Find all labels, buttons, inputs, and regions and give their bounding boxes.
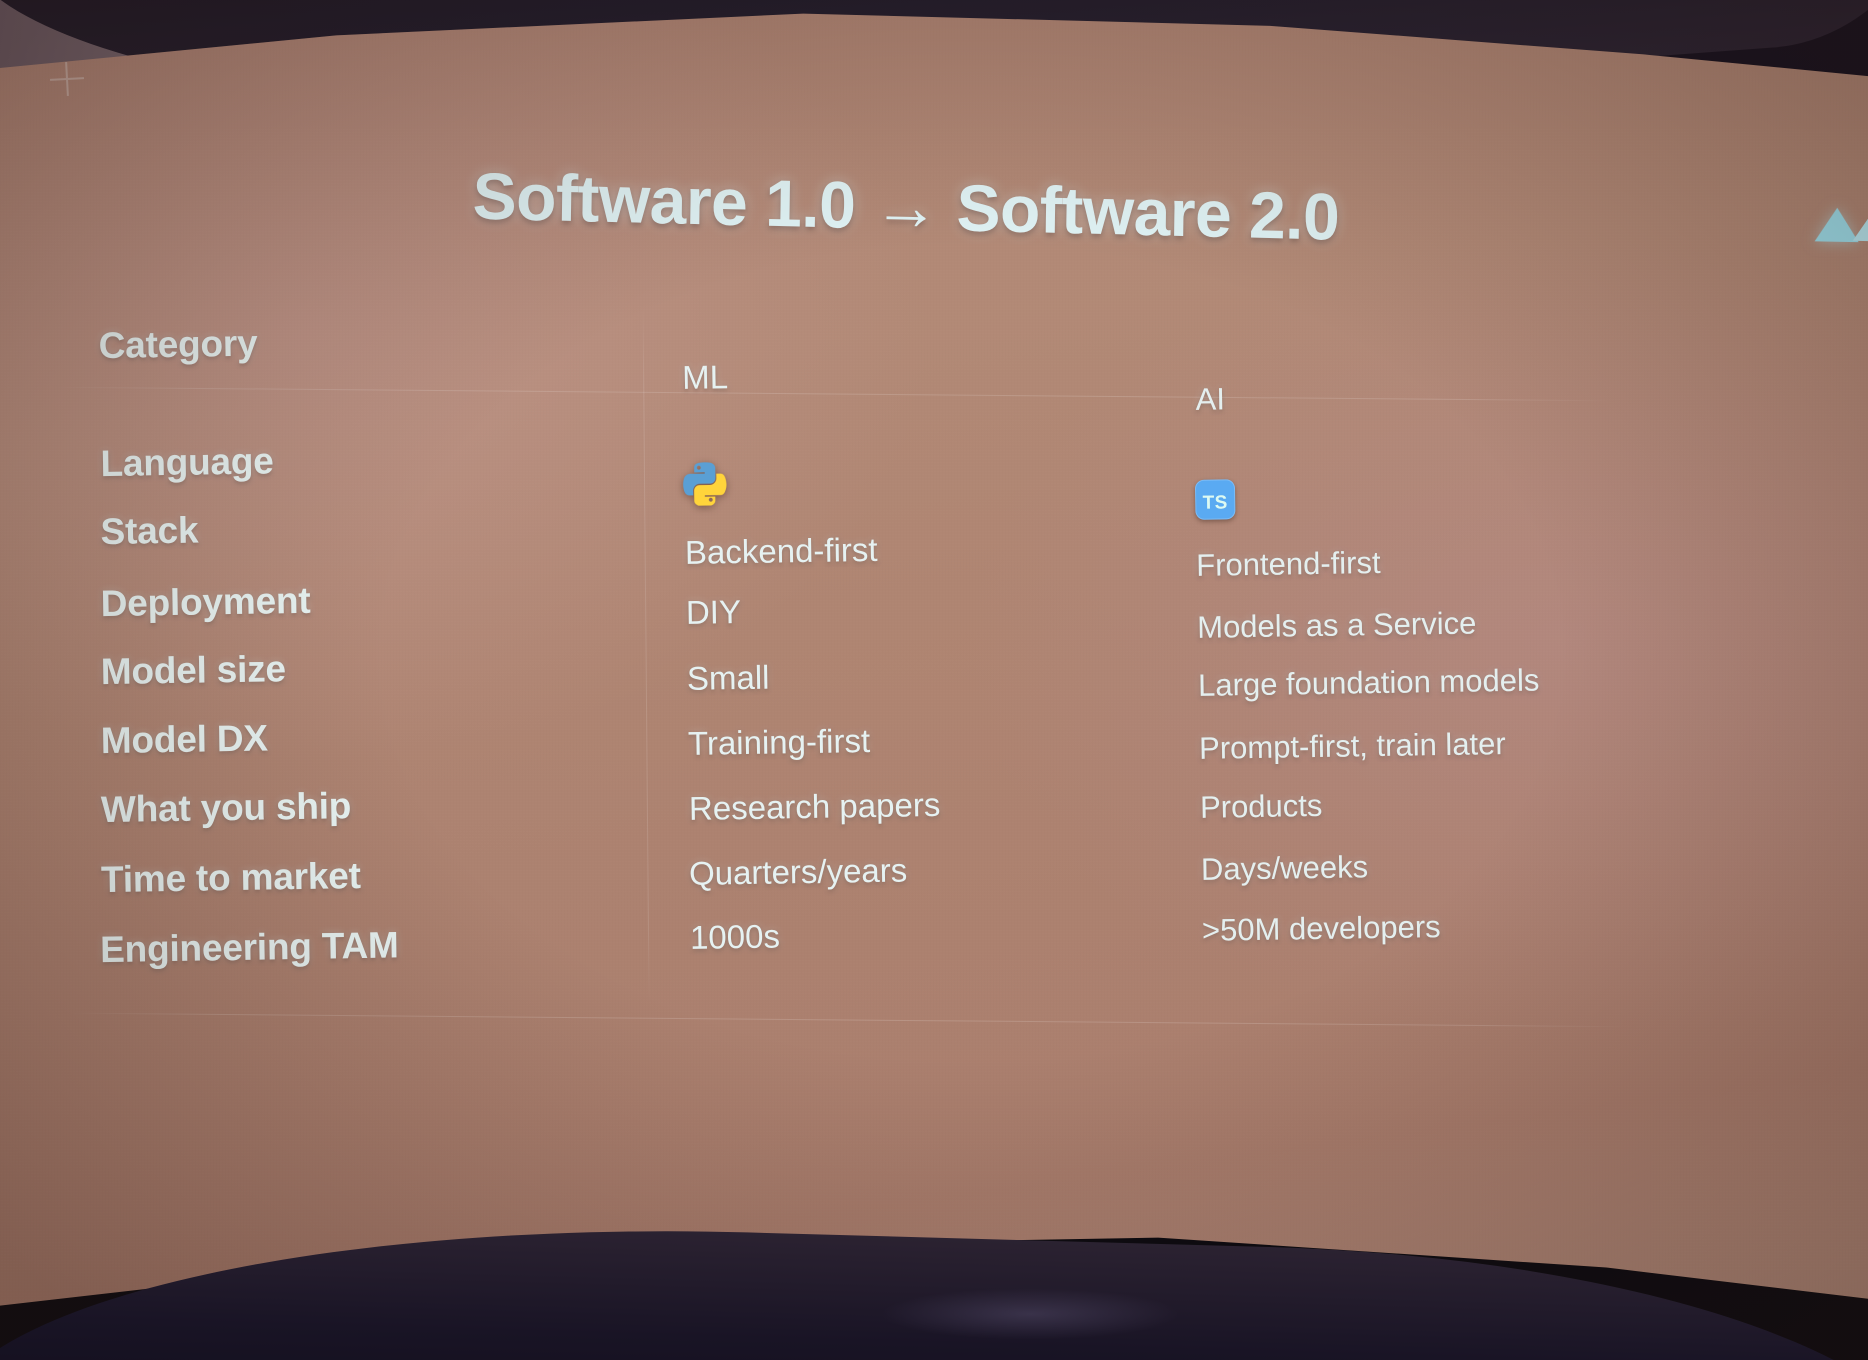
table-header-ai: AI [1195,381,1226,417]
table-cell-ai-model-size: Large foundation models [1197,662,1540,703]
table-cell-ai-model-dx: Prompt-first, train later [1198,726,1506,766]
table-cell-ai-stack: Frontend-first [1195,544,1381,583]
table-cell-ai-what-you-ship: Products [1199,787,1323,825]
table-row-divider [55,386,1616,402]
typescript-logo-label: TS [1202,492,1229,514]
table-row-label-engineering-tam: Engineering TAM [99,924,399,971]
table-row-label-time-to-market: Time to market [100,855,362,901]
table-cell-ml-stack: Backend-first [684,530,878,571]
typescript-logo-icon: TS [1194,479,1236,520]
slide-content: Software 1.0 → Software 2.0 Category ML … [0,0,1868,1360]
table-cell-ai-deployment: Models as a Service [1196,605,1477,645]
table-row-label-deployment: Deployment [100,579,311,625]
table-cell-ml-deployment: DIY [685,593,742,631]
table-cell-ml-model-dx: Training-first [687,722,871,762]
photo-of-presentation-slide: Software 1.0 → Software 2.0 Category ML … [0,0,1868,1360]
table-row-label-model-dx: Model DX [100,717,269,762]
table-row-label-language: Language [100,440,274,485]
table-cell-ml-time-to-market: Quarters/years [688,851,908,892]
table-column-divider [642,304,650,1005]
table-cell-ai-engineering-tam: >50M developers [1201,909,1441,948]
table-cell-ml-model-size: Small [686,658,770,697]
bottom-bezel-highlight [880,1288,1180,1340]
table-header-category: Category [98,322,258,367]
table-cell-ml-what-you-ship: Research papers [688,785,941,827]
table-header-ml: ML [681,358,729,396]
table-row-label-what-you-ship: What you ship [100,785,352,831]
table-cell-ml-engineering-tam: 1000s [689,917,781,956]
table-row-label-stack: Stack [100,509,199,553]
table-cell-ai-time-to-market: Days/weeks [1200,849,1369,887]
python-logo-icon [683,461,728,507]
table-row-divider [65,1012,1626,1028]
comparison-table: Category ML AI Language TS Stack Backend… [0,0,1868,1360]
table-row-label-model-size: Model size [100,648,287,693]
